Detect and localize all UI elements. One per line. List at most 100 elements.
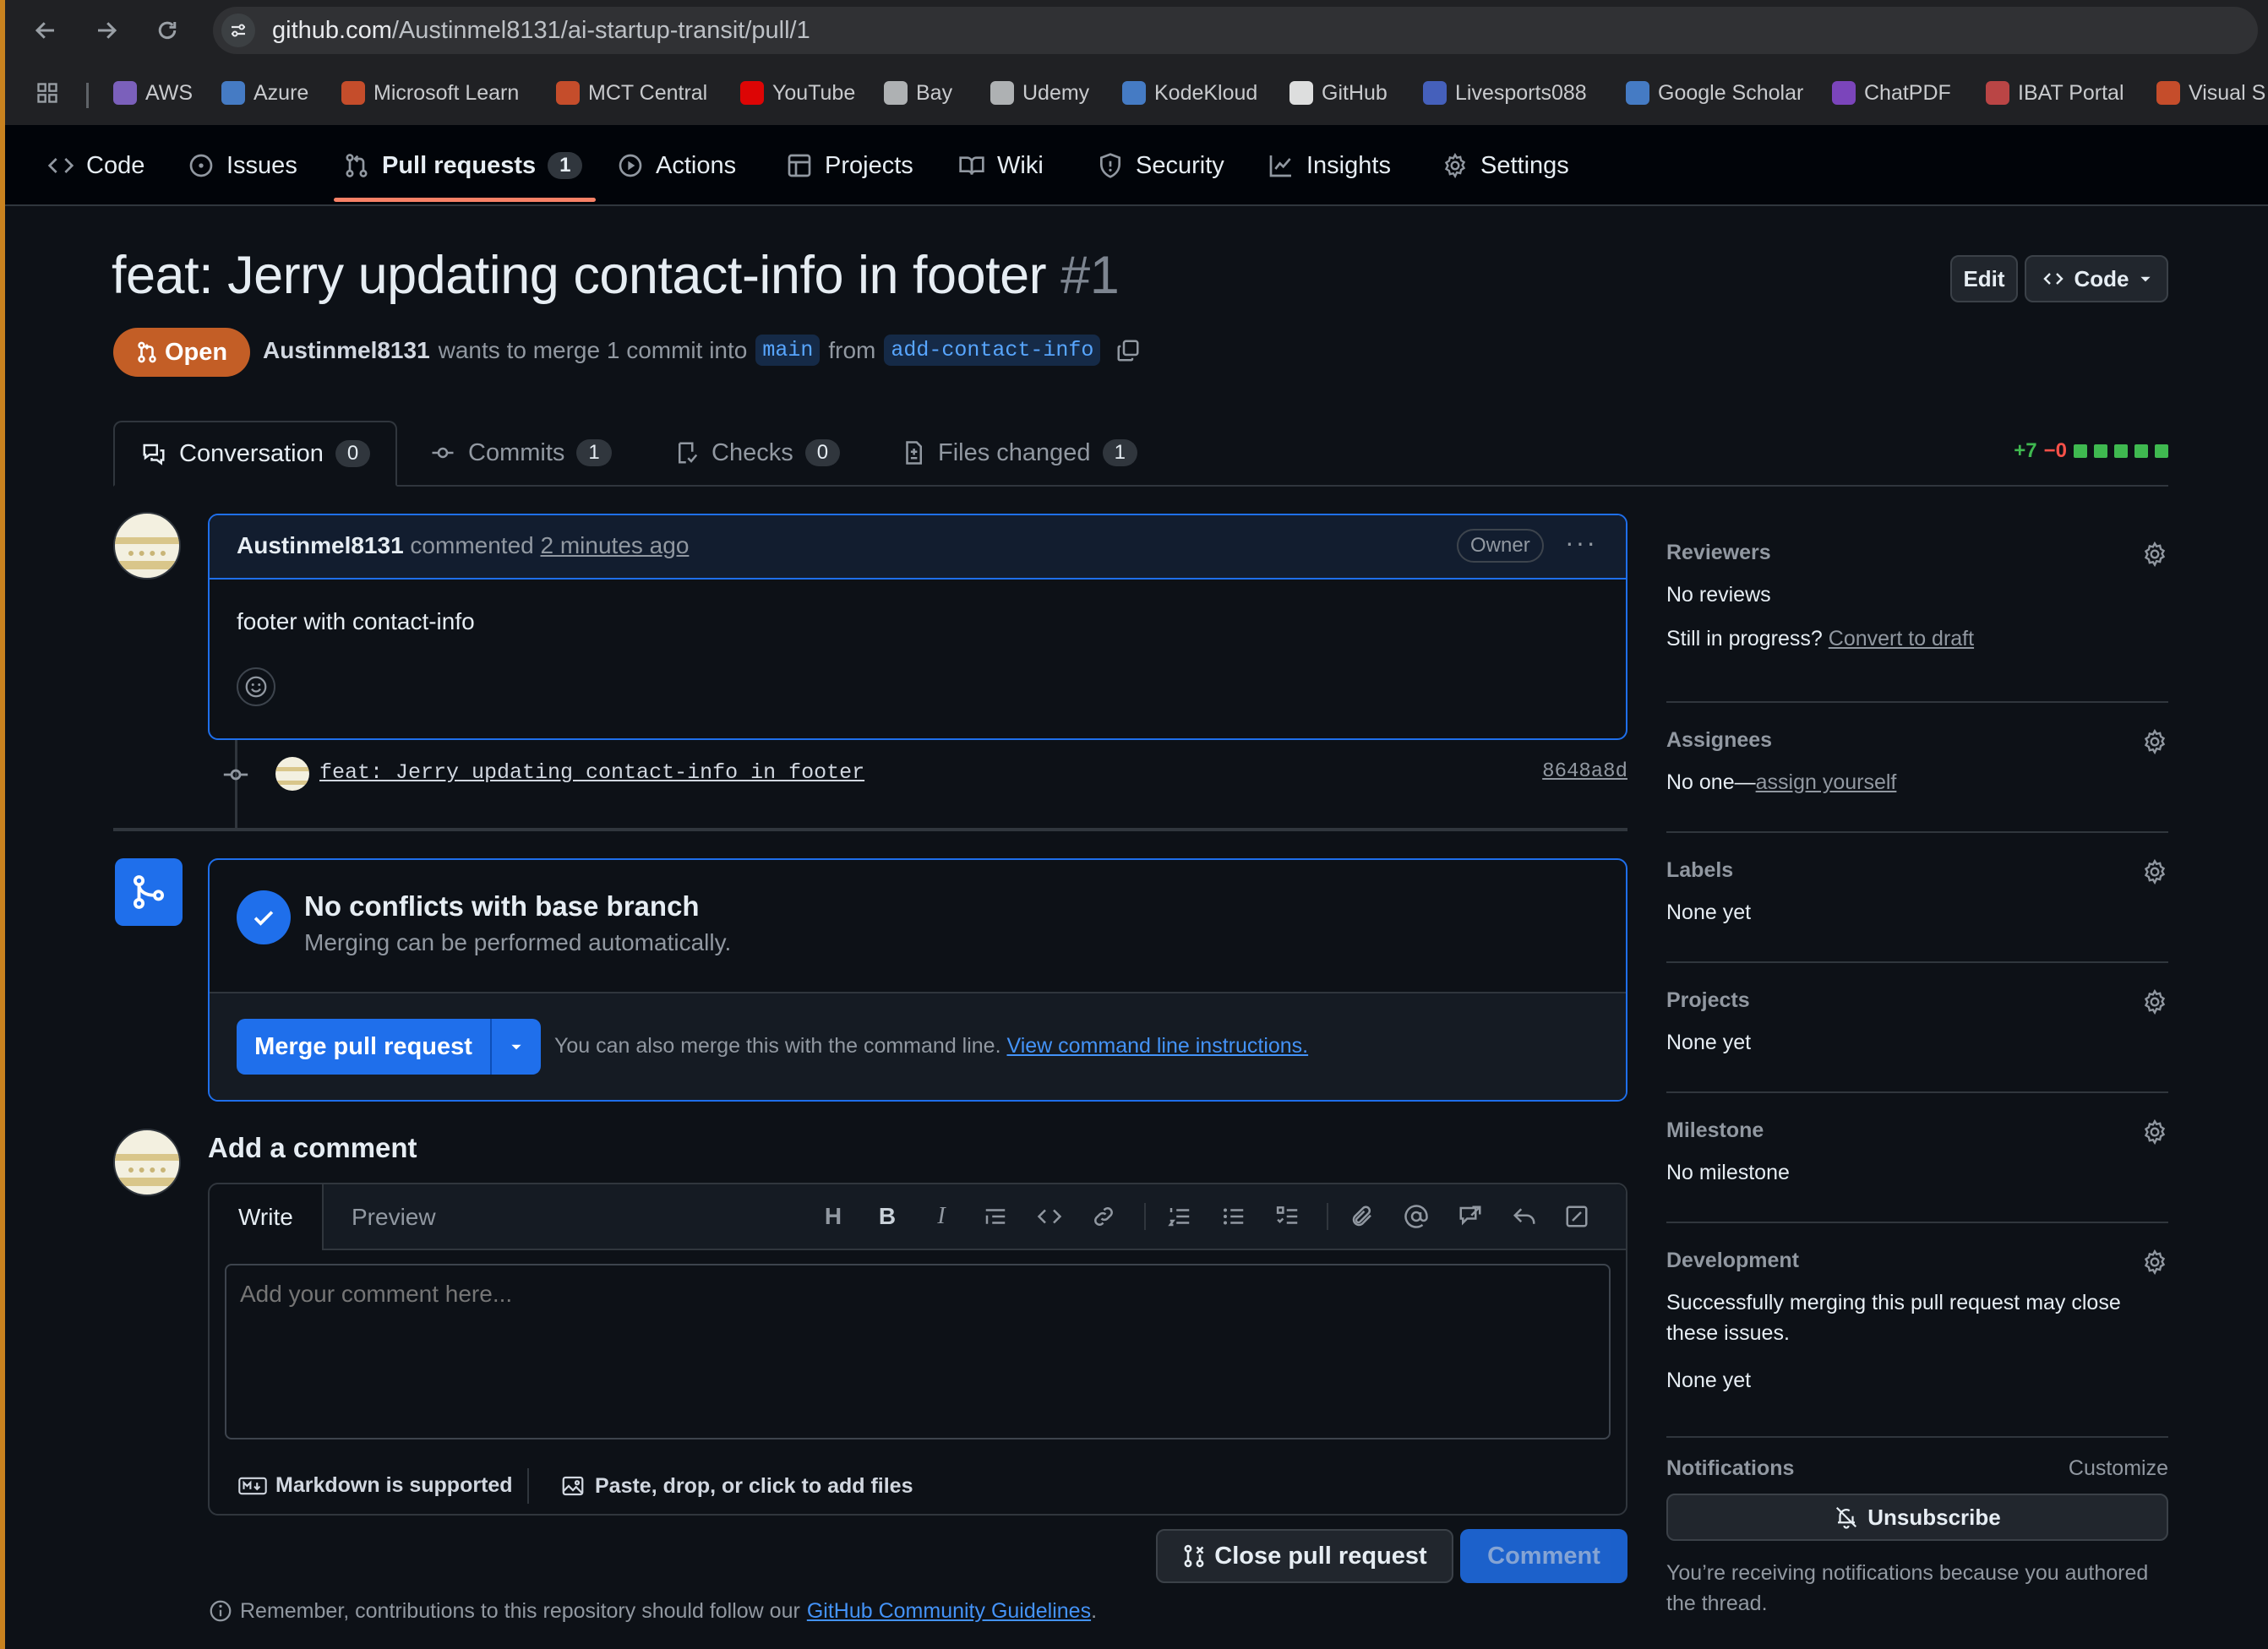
tab-files-changed[interactable]: Files changed 1 bbox=[901, 421, 1137, 485]
assign-yourself-link[interactable]: assign yourself bbox=[1756, 770, 1897, 794]
mention-icon[interactable] bbox=[1401, 1201, 1431, 1232]
tab-actions[interactable]: Actions bbox=[617, 147, 736, 184]
milestone-heading[interactable]: Milestone bbox=[1666, 1118, 1764, 1143]
tab-count: 0 bbox=[804, 439, 841, 466]
kebab-icon[interactable]: ··· bbox=[1565, 527, 1597, 558]
merge-hint: You can also merge this with the command… bbox=[554, 1034, 1308, 1059]
forward-button[interactable] bbox=[90, 14, 123, 47]
commit-sha-link[interactable]: 8648a8d bbox=[1542, 760, 1627, 783]
gear-icon[interactable] bbox=[2141, 728, 2168, 755]
bookmark-item[interactable]: Visual S bbox=[2156, 76, 2265, 110]
reply-icon[interactable] bbox=[1509, 1201, 1540, 1232]
site-info-icon[interactable] bbox=[221, 14, 255, 47]
tab-settings[interactable]: Settings bbox=[1442, 147, 1569, 184]
comment-card: Austinmel8131 commented 2 minutes ago Ow… bbox=[208, 514, 1627, 740]
tab-checks[interactable]: Checks 0 bbox=[674, 421, 841, 485]
base-branch[interactable]: main bbox=[755, 335, 821, 366]
gear-icon[interactable] bbox=[2141, 541, 2168, 568]
tab-preview[interactable]: Preview bbox=[352, 1184, 436, 1250]
attach-files-button[interactable]: Paste, drop, or click to add files bbox=[559, 1473, 913, 1499]
avatar[interactable] bbox=[113, 512, 181, 580]
unordered-list-icon[interactable] bbox=[1219, 1201, 1249, 1232]
quote-icon[interactable] bbox=[980, 1201, 1011, 1232]
avatar[interactable] bbox=[113, 1129, 181, 1196]
tab-projects[interactable]: Projects bbox=[786, 147, 913, 184]
bookmark-item[interactable]: YouTube bbox=[740, 76, 855, 110]
address-bar[interactable]: github.com/Austinmel8131/ai-startup-tran… bbox=[213, 7, 2258, 54]
bookmark-item[interactable]: Udemy bbox=[990, 76, 1089, 110]
bookmark-item[interactable]: Livesports088 bbox=[1423, 76, 1587, 110]
copy-icon[interactable] bbox=[1115, 338, 1141, 363]
edit-label: Edit bbox=[1963, 265, 2005, 291]
tab-security[interactable]: Security bbox=[1097, 147, 1224, 184]
bold-icon[interactable]: B bbox=[872, 1201, 902, 1232]
shield-icon bbox=[1100, 153, 1120, 178]
git-merge-icon bbox=[133, 875, 165, 909]
bookmark-item[interactable]: Google Scholar bbox=[1626, 76, 1803, 110]
comment-time[interactable]: 2 minutes ago bbox=[541, 532, 690, 558]
task-list-icon[interactable] bbox=[1273, 1201, 1303, 1232]
ordered-list-icon[interactable] bbox=[1164, 1201, 1195, 1232]
comment-author[interactable]: Austinmel8131 bbox=[237, 532, 404, 558]
assignees-heading[interactable]: Assignees bbox=[1666, 728, 1772, 753]
comment-submit-button[interactable]: Comment bbox=[1460, 1529, 1627, 1583]
paperclip-icon[interactable] bbox=[1347, 1201, 1377, 1232]
diffstat-block bbox=[2094, 444, 2107, 458]
link-icon[interactable] bbox=[1088, 1201, 1119, 1232]
tab-pull-requests[interactable]: Pull requests 1 bbox=[343, 147, 583, 184]
code-icon[interactable] bbox=[1034, 1201, 1065, 1232]
slash-commands-icon[interactable] bbox=[1562, 1201, 1592, 1232]
gear-icon[interactable] bbox=[2141, 1249, 2168, 1276]
unsubscribe-button[interactable]: Unsubscribe bbox=[1666, 1494, 2168, 1541]
convert-to-draft-link[interactable]: Convert to draft bbox=[1829, 627, 1974, 650]
bookmark-item[interactable]: IBAT Portal bbox=[1986, 76, 2124, 110]
bookmark-label: Azure bbox=[254, 80, 309, 105]
bookmark-favicon-icon bbox=[990, 81, 1014, 105]
bookmark-item[interactable]: ChatPDF bbox=[1832, 76, 1951, 110]
merge-method-dropdown[interactable] bbox=[490, 1019, 541, 1075]
gear-icon[interactable] bbox=[2141, 988, 2168, 1015]
italic-icon[interactable]: I bbox=[926, 1201, 957, 1232]
tab-conversation[interactable]: Conversation 0 bbox=[113, 421, 398, 487]
tab-issues[interactable]: Issues bbox=[188, 147, 297, 184]
reviewers-heading[interactable]: Reviewers bbox=[1666, 541, 1771, 565]
bookmark-item[interactable]: AWS bbox=[113, 76, 193, 110]
tab-commits[interactable]: Commits 1 bbox=[429, 421, 612, 485]
reload-button[interactable] bbox=[150, 14, 184, 47]
tab-code[interactable]: Code bbox=[47, 147, 144, 184]
markdown-link[interactable]: Markdown is supported bbox=[238, 1473, 513, 1498]
customize-link[interactable]: Customize bbox=[2069, 1456, 2168, 1481]
tab-write[interactable]: Write bbox=[210, 1184, 324, 1250]
edit-title-button[interactable]: Edit bbox=[1950, 255, 2018, 302]
projects-heading[interactable]: Projects bbox=[1666, 988, 1750, 1013]
close-pull-request-button[interactable]: Close pull request bbox=[1156, 1529, 1453, 1583]
code-dropdown-button[interactable]: Code bbox=[2025, 255, 2168, 302]
bookmark-label: Livesports088 bbox=[1455, 80, 1587, 105]
apps-grid-icon[interactable] bbox=[35, 76, 59, 110]
bookmark-item[interactable]: Azure bbox=[221, 76, 308, 110]
gear-icon[interactable] bbox=[2141, 858, 2168, 885]
commit-message-link[interactable]: feat: Jerry updating contact-info in foo… bbox=[319, 760, 864, 785]
bookmark-item[interactable]: GitHub bbox=[1289, 76, 1388, 110]
avatar[interactable] bbox=[275, 757, 309, 791]
tab-wiki[interactable]: Wiki bbox=[958, 147, 1044, 184]
heading-icon[interactable]: H bbox=[818, 1201, 848, 1232]
back-button[interactable] bbox=[29, 14, 63, 47]
bookmark-item[interactable]: Bay bbox=[884, 76, 952, 110]
bookmark-item[interactable]: Microsoft Learn bbox=[341, 76, 519, 110]
cross-reference-icon[interactable] bbox=[1455, 1201, 1486, 1232]
pr-author-link[interactable]: Austinmel8131 bbox=[263, 337, 430, 364]
head-branch[interactable]: add-contact-info bbox=[884, 335, 1101, 366]
add-reaction-button[interactable] bbox=[237, 667, 275, 706]
comment-textarea[interactable] bbox=[225, 1264, 1611, 1439]
gear-icon[interactable] bbox=[2141, 1118, 2168, 1146]
development-heading[interactable]: Development bbox=[1666, 1249, 1799, 1273]
merge-button-label[interactable]: Merge pull request bbox=[237, 1019, 490, 1075]
labels-heading[interactable]: Labels bbox=[1666, 858, 1733, 883]
bookmark-item[interactable]: KodeKloud bbox=[1122, 76, 1257, 110]
tab-insights[interactable]: Insights bbox=[1268, 147, 1391, 184]
community-guidelines-link[interactable]: GitHub Community Guidelines bbox=[807, 1599, 1091, 1624]
command-line-instructions-link[interactable]: View command line instructions. bbox=[1006, 1034, 1308, 1058]
bookmark-item[interactable]: MCT Central bbox=[556, 76, 707, 110]
merge-pull-request-button[interactable]: Merge pull request bbox=[237, 1019, 541, 1075]
